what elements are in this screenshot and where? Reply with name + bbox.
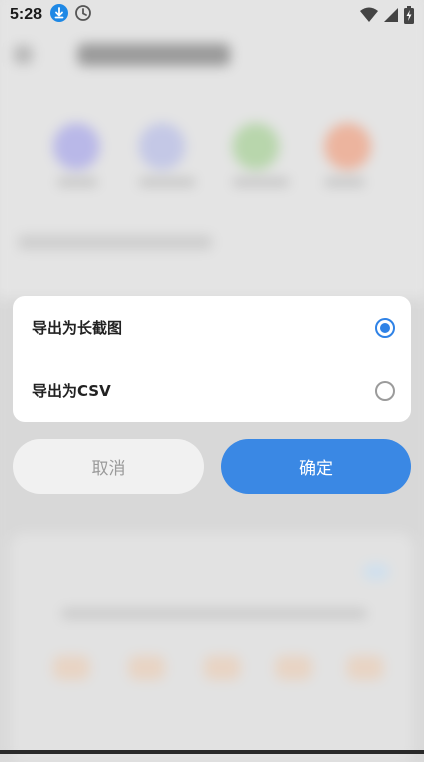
background-card (10, 533, 414, 762)
background-badge (362, 563, 390, 580)
cellular-signal-icon (384, 7, 398, 23)
cancel-button[interactable]: 取消 (13, 439, 204, 494)
option-label: 导出为长截图 (32, 319, 123, 337)
navigation-bar (0, 750, 424, 754)
confirm-button[interactable]: 确定 (221, 439, 411, 494)
background-app-icon (52, 123, 100, 170)
wifi-icon (360, 7, 378, 23)
status-notification-icons (50, 4, 92, 26)
background-chip (52, 655, 90, 680)
background-chip (275, 655, 312, 680)
battery-charging-icon (404, 6, 414, 24)
download-icon (50, 4, 69, 26)
background-text-line (18, 235, 212, 250)
radio-selected-dot (380, 322, 390, 333)
status-time: 5:28 (10, 6, 43, 23)
clock-icon (74, 4, 92, 26)
background-chip (346, 655, 384, 680)
option-export-long-screenshot[interactable]: 导出为长截图 (13, 296, 411, 359)
background-text-line (61, 608, 368, 619)
background-back-icon (14, 45, 33, 64)
background-app-icon (138, 123, 186, 170)
radio-checked-icon[interactable] (375, 317, 395, 338)
radio-unchecked-icon[interactable] (375, 380, 395, 401)
background-app-icon (232, 123, 280, 170)
background-chip (203, 655, 241, 680)
background-chip (128, 655, 166, 680)
background-app-icon (324, 123, 372, 170)
background-title (77, 43, 231, 66)
background-caption (138, 178, 196, 187)
option-export-csv[interactable]: 导出为CSV (13, 359, 411, 422)
background-caption (232, 178, 290, 187)
status-bar: 5:28 (0, 0, 424, 30)
option-label: 导出为CSV (32, 382, 111, 400)
export-options-dialog: 导出为长截图 导出为CSV (13, 296, 411, 422)
status-system-icons (360, 6, 414, 24)
background-caption (324, 178, 365, 187)
background-caption (56, 178, 98, 187)
